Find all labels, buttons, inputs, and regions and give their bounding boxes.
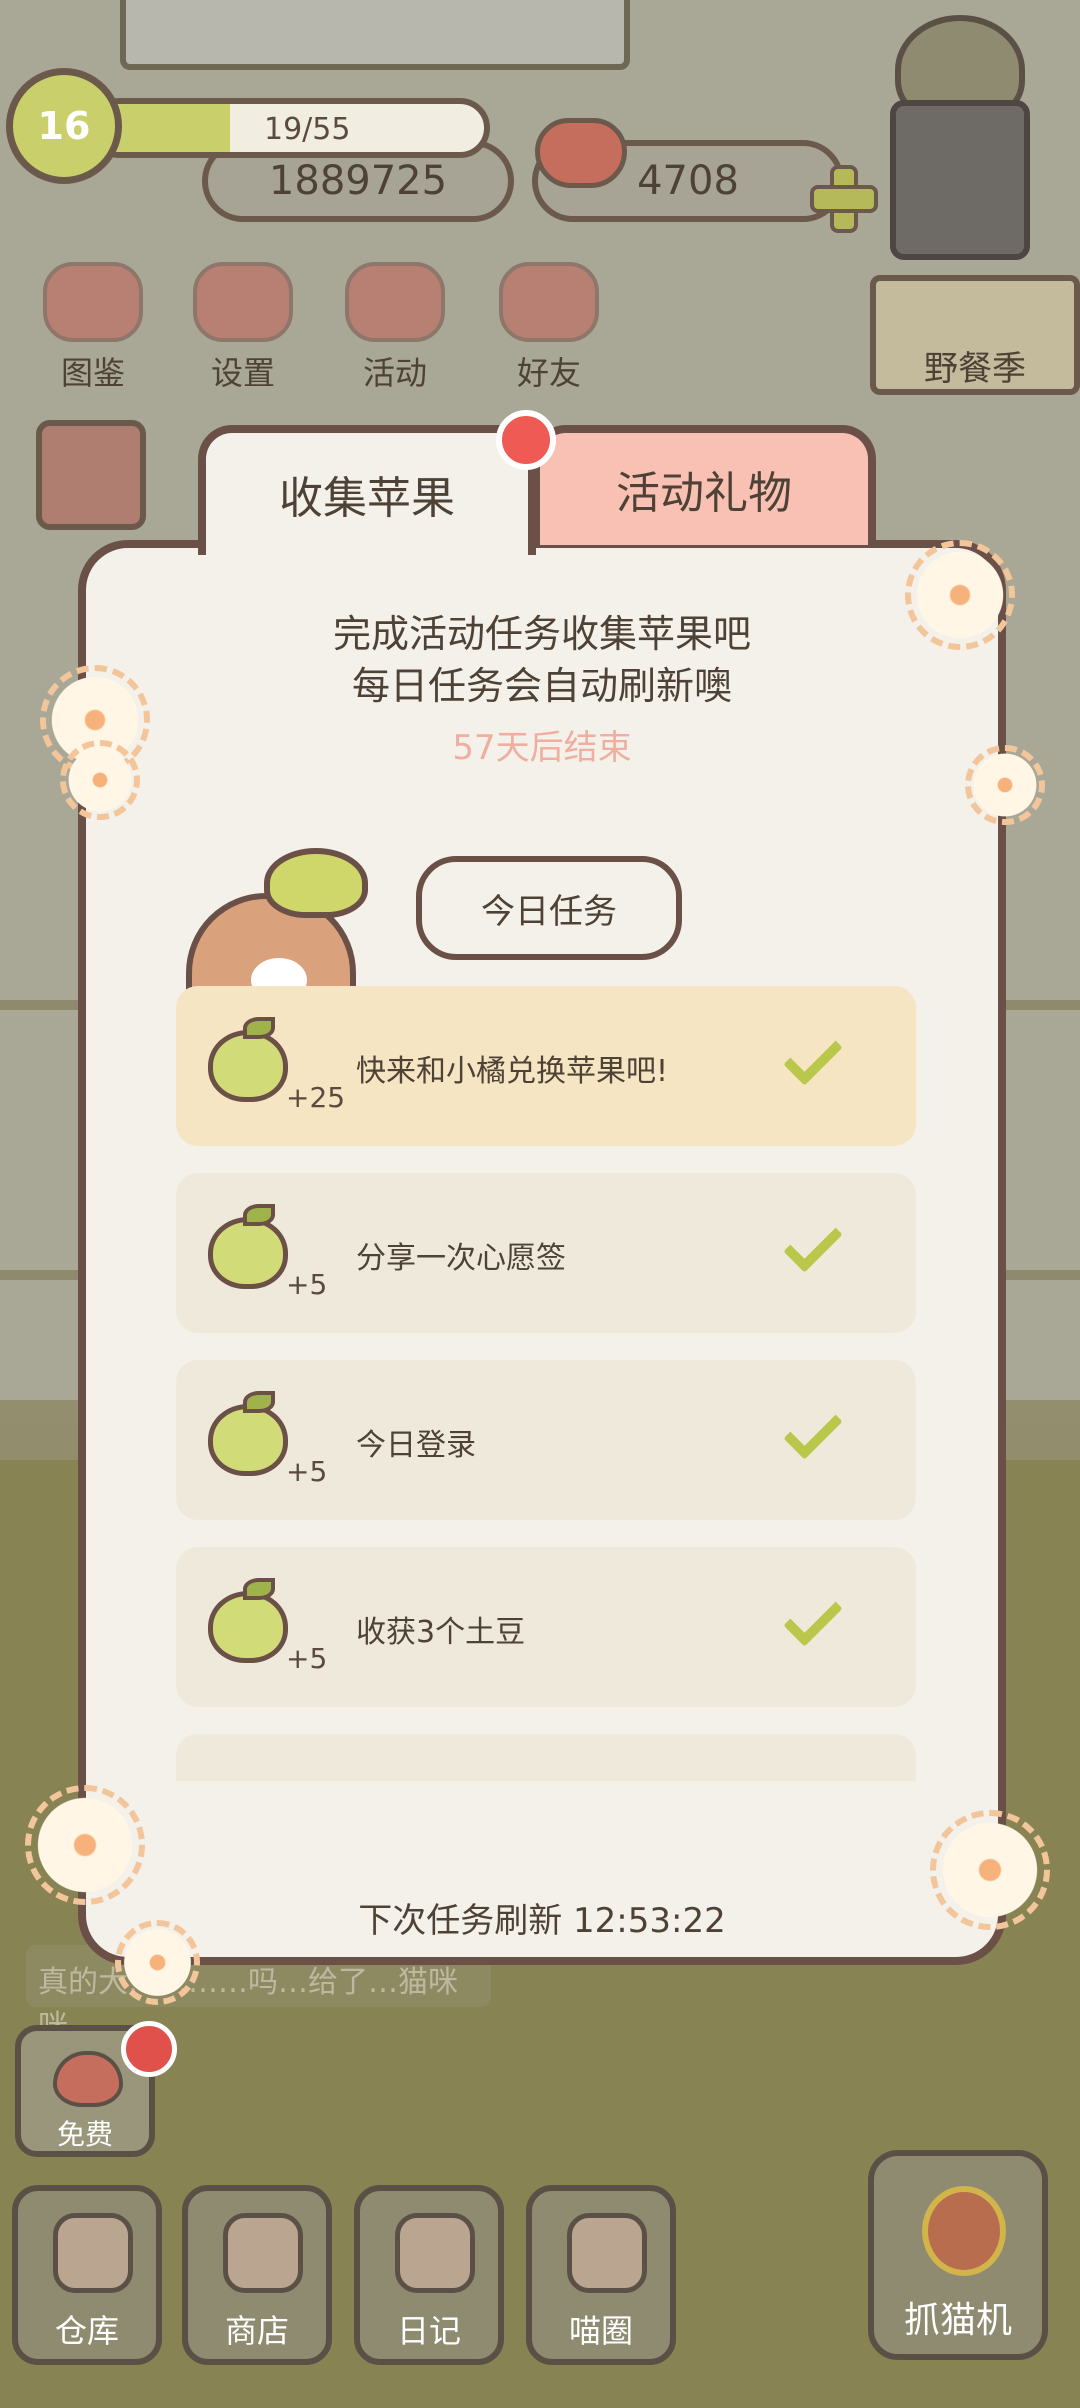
- diary-icon: [395, 2213, 475, 2293]
- menu-events-button[interactable]: 活动: [330, 262, 460, 394]
- menu-label: 活动: [362, 354, 427, 392]
- warehouse-icon: [53, 2213, 133, 2293]
- task-reward: +25: [286, 1081, 346, 1114]
- flower-decoration: [25, 1785, 145, 1905]
- stove-decoration: [890, 100, 1030, 260]
- claw-icon: [922, 2186, 1006, 2276]
- shop-icon: [223, 2213, 303, 2293]
- nav-diary-button[interactable]: 日记: [354, 2185, 504, 2365]
- task-reward: +5: [286, 1455, 328, 1488]
- task-item[interactable]: +5 收获3个土豆: [176, 1547, 916, 1707]
- notification-dot: [121, 2021, 177, 2077]
- tab-event-gifts[interactable]: 活动礼物: [532, 425, 876, 545]
- task-label: 快来和小橘兑换苹果吧!: [356, 1054, 669, 1089]
- nav-label: 日记: [396, 2312, 461, 2350]
- gift-icon: [345, 262, 445, 342]
- picnic-label: 野餐季: [924, 349, 1026, 389]
- level-badge: 16: [6, 68, 122, 184]
- checkmark-icon: [783, 1026, 843, 1086]
- menu-collection-button[interactable]: 图鉴: [28, 262, 158, 394]
- heart-icon: [53, 2051, 123, 2107]
- menu-settings-button[interactable]: 设置: [178, 262, 308, 394]
- task-reward: +5: [286, 1642, 328, 1675]
- free-hearts-button[interactable]: 免费: [15, 2021, 177, 2157]
- friends-icon: [499, 262, 599, 342]
- task-item[interactable]: +25 快来和小橘兑换苹果吧!: [176, 986, 916, 1146]
- heart-value: 4708: [637, 158, 739, 204]
- flower-decoration: [60, 740, 140, 820]
- task-reward: +5: [286, 1268, 328, 1301]
- tab-label: 活动礼物: [616, 468, 792, 519]
- heart-icon: [535, 118, 627, 188]
- task-refresh-timer: 下次任务刷新 12:53:22: [358, 1901, 726, 1941]
- menu-label: 好友: [516, 354, 581, 392]
- task-item-partial[interactable]: [176, 1734, 916, 1781]
- flower-decoration: [905, 540, 1015, 650]
- checkmark-icon: [783, 1587, 843, 1647]
- nav-shop-button[interactable]: 商店: [182, 2185, 332, 2365]
- flower-decoration: [965, 745, 1045, 825]
- checkmark-icon: [783, 1213, 843, 1273]
- nav-label: 仓库: [54, 2312, 119, 2350]
- task-label: 收获3个土豆: [356, 1615, 526, 1650]
- tab-collect-apples[interactable]: 收集苹果: [198, 425, 536, 555]
- cat-planet-icon: [567, 2213, 647, 2293]
- intro-line-1: 完成活动任务收集苹果吧: [332, 612, 751, 656]
- add-hearts-icon[interactable]: [810, 165, 878, 233]
- flower-decoration: [930, 1810, 1050, 1930]
- claw-label: 抓猫机: [903, 2300, 1012, 2341]
- notification-dot: [496, 410, 556, 470]
- task-item[interactable]: +5 分享一次心愿签: [176, 1173, 916, 1333]
- apple-icon: [208, 1578, 288, 1663]
- flower-decoration: [115, 1920, 200, 2005]
- apple-icon: [208, 1017, 288, 1102]
- nav-label: 喵圈: [568, 2312, 633, 2350]
- event-modal: 完成活动任务收集苹果吧 每日任务会自动刷新噢 57天后结束 今日任务 +25 快…: [78, 540, 1006, 1965]
- task-label: 分享一次心愿签: [356, 1241, 566, 1276]
- task-label: 今日登录: [356, 1428, 476, 1463]
- menu-label: 图鉴: [60, 354, 125, 392]
- claw-machine-button[interactable]: 抓猫机: [868, 2150, 1048, 2360]
- section-title: 今日任务: [481, 891, 617, 932]
- bear-mascot: [176, 848, 368, 1023]
- apple-hat-icon: [264, 848, 368, 918]
- nav-cat-circle-button[interactable]: 喵圈: [526, 2185, 676, 2365]
- event-countdown: 57天后结束: [452, 728, 632, 768]
- menu-label: 设置: [210, 354, 275, 392]
- picnic-season-banner[interactable]: 野餐季: [870, 275, 1080, 395]
- xp-bar: 19/55: [90, 98, 490, 158]
- gear-icon: [193, 262, 293, 342]
- room-window: [120, 0, 630, 70]
- checkmark-icon: [783, 1400, 843, 1460]
- section-title-bubble: 今日任务: [416, 856, 682, 960]
- apple-icon: [208, 1391, 288, 1476]
- cat-icon: [43, 262, 143, 342]
- menu-friends-button[interactable]: 好友: [484, 262, 614, 394]
- task-item[interactable]: +5 今日登录: [176, 1360, 916, 1520]
- task-list[interactable]: +25 快来和小橘兑换苹果吧! +5 分享一次心愿签 +5 今日登录 +5 收获…: [176, 986, 916, 1781]
- calendar-icon[interactable]: [36, 420, 146, 530]
- free-label: 免费: [56, 2118, 113, 2151]
- intro-line-2: 每日任务会自动刷新噢: [351, 664, 732, 708]
- coin-value: 1889725: [268, 158, 448, 204]
- apple-icon: [208, 1204, 288, 1289]
- tab-label: 收集苹果: [279, 473, 455, 524]
- nav-label: 商店: [224, 2312, 289, 2350]
- xp-text: 19/55: [264, 112, 351, 147]
- nav-warehouse-button[interactable]: 仓库: [12, 2185, 162, 2365]
